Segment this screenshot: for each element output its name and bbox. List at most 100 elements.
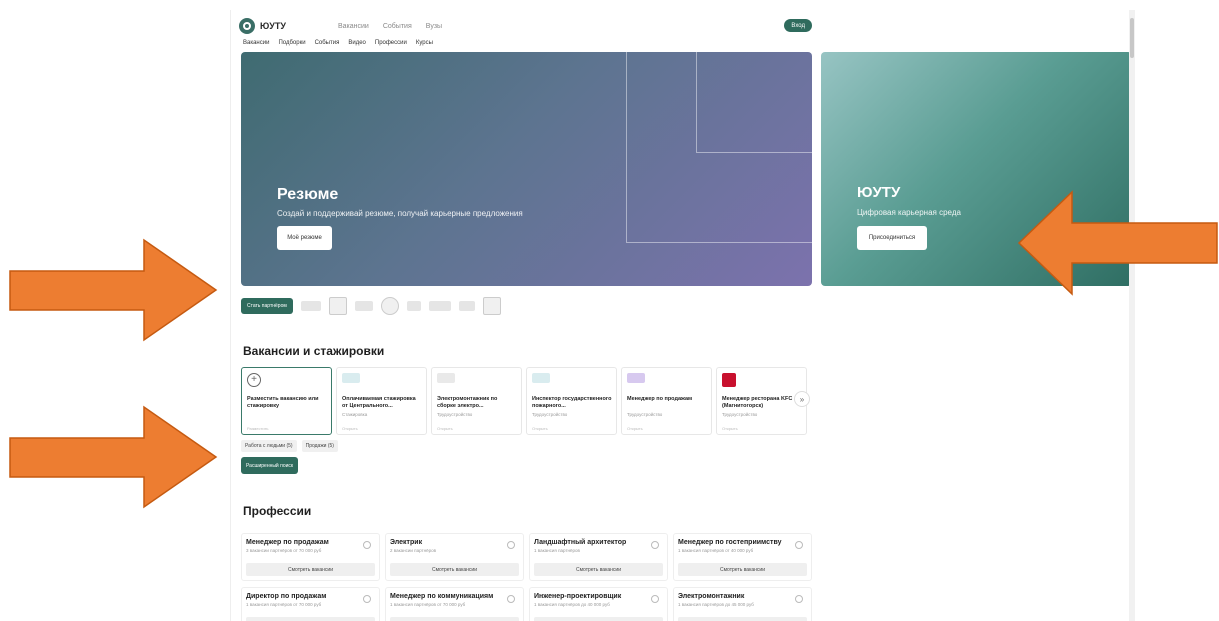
view-vacancies-button[interactable]: Смотреть вакансии xyxy=(534,617,663,621)
browser-page: ЮУТУ Вакансии События Вузы Вход Вакансии… xyxy=(230,10,1135,621)
favorite-icon[interactable] xyxy=(795,595,803,603)
company-logo-icon xyxy=(532,373,550,383)
view-vacancies-button[interactable]: Смотреть вакансии xyxy=(390,563,519,576)
profession-card[interactable]: Электрик 2 вакансии партнёров Смотреть в… xyxy=(385,533,524,581)
view-vacancies-button[interactable]: Смотреть вакансии xyxy=(678,563,807,576)
hero-subtitle: Создай и поддерживай резюме, получай кар… xyxy=(277,209,523,218)
card-type: Трудоустройство xyxy=(722,412,758,417)
card-action: Открыть xyxy=(437,426,453,431)
favorite-icon[interactable] xyxy=(363,541,371,549)
top-nav-vacancies[interactable]: Вакансии xyxy=(338,23,369,30)
partner-logo[interactable] xyxy=(482,297,501,315)
sub-nav-video[interactable]: Видео xyxy=(348,40,366,46)
partner-logo[interactable] xyxy=(406,301,421,311)
profession-sub: 1 вакансия партнёров от 70 000 руб xyxy=(390,602,466,607)
page-scrollbar[interactable] xyxy=(1129,10,1135,621)
logo-icon xyxy=(239,18,255,34)
profession-title: Менеджер по гостеприимству xyxy=(678,539,782,546)
company-logo-icon xyxy=(627,373,645,383)
post-vacancy-card[interactable]: + Разместить вакансию или стажировку Раз… xyxy=(241,367,332,435)
partner-logo[interactable] xyxy=(354,301,373,311)
view-vacancies-button[interactable]: Смотреть вакансии xyxy=(246,617,375,621)
sub-nav-events[interactable]: События xyxy=(315,40,340,46)
vacancy-card[interactable]: Оплачиваемая стажировка от Центрального.… xyxy=(336,367,427,435)
vacancy-card[interactable]: Инспектор государственного пожарного... … xyxy=(526,367,617,435)
profession-title: Электромонтажник xyxy=(678,593,745,600)
join-button[interactable]: Присоединиться xyxy=(857,226,927,250)
scrollbar-thumb[interactable] xyxy=(1130,18,1134,58)
favorite-icon[interactable] xyxy=(507,595,515,603)
sub-nav-professions[interactable]: Профессии xyxy=(375,40,407,46)
profession-card[interactable]: Менеджер по гостеприимству 1 вакансия па… xyxy=(673,533,812,581)
decor-line xyxy=(696,52,697,152)
sub-nav: Вакансии Подборки События Видео Професси… xyxy=(243,40,433,46)
favorite-icon[interactable] xyxy=(795,541,803,549)
view-vacancies-button[interactable]: Смотреть вакансии xyxy=(246,563,375,576)
profession-title: Менеджер по коммуникациям xyxy=(390,593,494,600)
side-title: ЮУТУ xyxy=(857,184,901,201)
chip-sales[interactable]: Продажи (5) xyxy=(301,440,338,452)
sub-nav-vacancies[interactable]: Вакансии xyxy=(243,40,269,46)
profession-card[interactable]: Менеджер по коммуникациям 1 вакансия пар… xyxy=(385,587,524,621)
profession-title: Инженер-проектировщик xyxy=(534,593,622,600)
partner-logo[interactable] xyxy=(458,301,475,311)
company-logo-icon xyxy=(437,373,455,383)
top-nav: Вакансии События Вузы xyxy=(338,23,442,30)
vacancy-card[interactable]: Менеджер по продажам Трудоустройство Отк… xyxy=(621,367,712,435)
top-nav-events[interactable]: События xyxy=(383,23,412,30)
profession-card[interactable]: Менеджер по продажам 3 вакансии партнёро… xyxy=(241,533,380,581)
logo-text: ЮУТУ xyxy=(260,21,286,31)
professions-section-title: Профессии xyxy=(243,504,312,518)
site-header: ЮУТУ Вакансии События Вузы Вход xyxy=(239,14,814,38)
annotation-arrow-right-icon xyxy=(9,238,218,342)
profession-title: Электрик xyxy=(390,539,423,546)
profession-title: Менеджер по продажам xyxy=(246,539,329,546)
vacancy-card[interactable]: Электромонтажник по сборке электро... Тр… xyxy=(431,367,522,435)
view-vacancies-button[interactable]: Смотреть вакансии xyxy=(390,617,519,621)
view-vacancies-button[interactable]: Смотреть вакансии xyxy=(534,563,663,576)
annotation-arrow-right-icon xyxy=(9,405,218,509)
side-subtitle: Цифровая карьерная среда xyxy=(857,208,961,217)
favorite-icon[interactable] xyxy=(651,595,659,603)
card-title: Электромонтажник по сборке электро... xyxy=(437,396,498,409)
top-nav-universities[interactable]: Вузы xyxy=(426,23,442,30)
logo[interactable]: ЮУТУ xyxy=(239,18,286,34)
profession-sub: 1 вакансия партнёров xyxy=(534,548,580,553)
filter-chips: Работа с людьми (5) Продажи (5) xyxy=(241,440,338,452)
profession-card[interactable]: Инженер-проектировщик 1 вакансия партнёр… xyxy=(529,587,668,621)
kfc-logo-icon xyxy=(722,373,736,387)
profession-card[interactable]: Директор по продажам 1 вакансия партнёро… xyxy=(241,587,380,621)
profession-title: Директор по продажам xyxy=(246,593,327,600)
next-arrow-icon[interactable]: » xyxy=(794,391,810,407)
favorite-icon[interactable] xyxy=(363,595,371,603)
profession-card[interactable]: Ландшафтный архитектор 1 вакансия партнё… xyxy=(529,533,668,581)
advanced-search-button[interactable]: Расширенный поиск xyxy=(241,457,299,474)
vacancies-section-title: Вакансии и стажировки xyxy=(243,344,385,358)
decor-line xyxy=(626,52,627,242)
card-action: Открыть xyxy=(342,426,358,431)
sub-nav-collections[interactable]: Подборки xyxy=(278,40,305,46)
login-button[interactable]: Вход xyxy=(784,19,812,32)
favorite-icon[interactable] xyxy=(507,541,515,549)
screenshot-stage: ЮУТУ Вакансии События Вузы Вход Вакансии… xyxy=(0,0,1219,621)
card-type: Трудоустройство xyxy=(532,412,568,417)
card-action: Открыть xyxy=(627,426,643,431)
partner-logo[interactable] xyxy=(328,297,347,315)
sub-nav-courses[interactable]: Курсы xyxy=(416,40,433,46)
chip-people[interactable]: Работа с людьми (5) xyxy=(241,440,297,452)
partner-logo[interactable] xyxy=(300,301,321,311)
card-title: Разместить вакансию или стажировку xyxy=(247,396,319,409)
my-resume-button[interactable]: Моё резюме xyxy=(277,226,332,250)
card-action: Разместить xyxy=(247,426,269,431)
plus-icon: + xyxy=(247,373,261,387)
favorite-icon[interactable] xyxy=(651,541,659,549)
profession-sub: 1 вакансия партнёров до 45 000 руб xyxy=(678,602,754,607)
view-vacancies-button[interactable]: Смотреть вакансии xyxy=(678,617,807,621)
become-partner-button[interactable]: Стать партнёром xyxy=(241,298,293,314)
card-type: Трудоустройство xyxy=(627,412,663,417)
partner-logo[interactable] xyxy=(380,297,399,315)
profession-card[interactable]: Электромонтажник 1 вакансия партнёров до… xyxy=(673,587,812,621)
partner-logo[interactable] xyxy=(428,301,451,311)
profession-sub: 2 вакансии партнёров xyxy=(390,548,436,553)
partners-row: Стать партнёром xyxy=(241,297,501,315)
